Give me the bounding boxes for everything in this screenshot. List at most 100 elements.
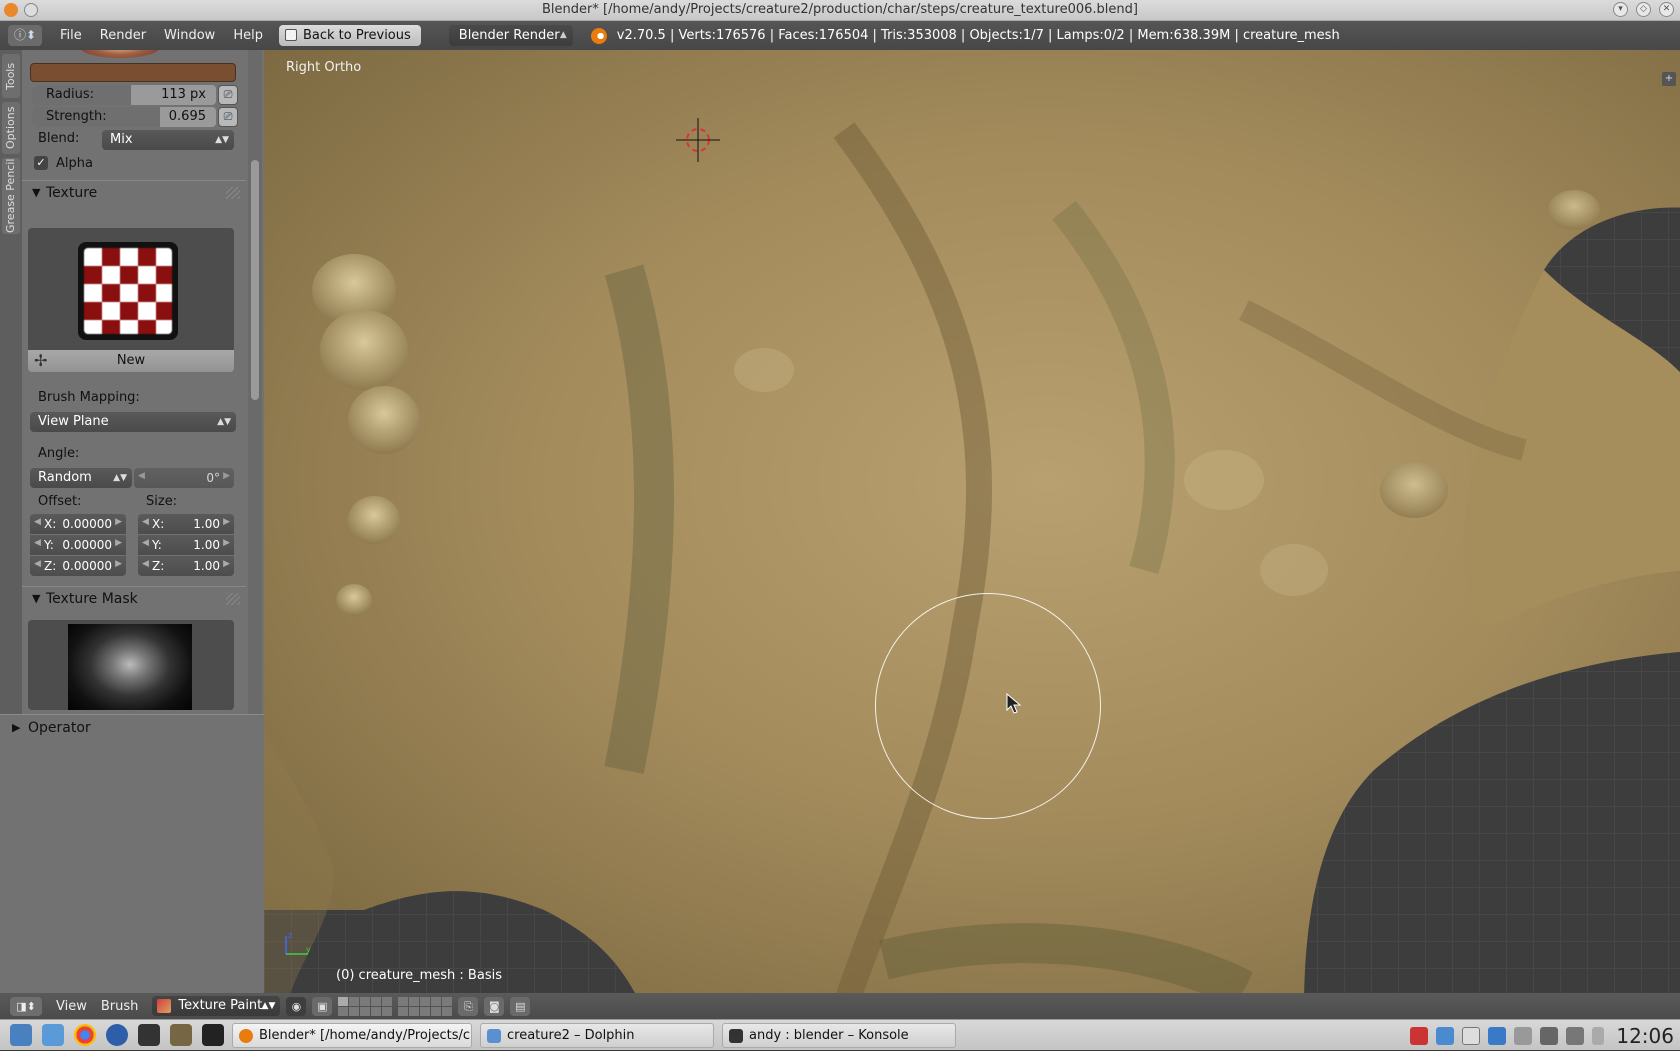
size-y-field[interactable]: ◀ Y: 1.00 ▶ bbox=[138, 535, 234, 555]
layer-buttons-2[interactable] bbox=[398, 996, 453, 1016]
tray-expand-icon[interactable] bbox=[1592, 1026, 1605, 1045]
back-to-previous-button[interactable]: Back to Previous bbox=[278, 25, 421, 46]
menu-help[interactable]: Help bbox=[233, 28, 263, 43]
blender-app-icon[interactable] bbox=[4, 3, 18, 17]
close-icon[interactable]: ✕ bbox=[1659, 2, 1674, 17]
offset-z-value: 0.00000 bbox=[62, 559, 112, 573]
operator-panel-title: Operator bbox=[28, 720, 91, 736]
render-image-icon[interactable]: ◙ bbox=[484, 996, 505, 1016]
drag-grip-icon[interactable] bbox=[226, 593, 240, 605]
angle-label: Angle: bbox=[38, 446, 80, 461]
clipboard-tray-icon[interactable] bbox=[1436, 1026, 1455, 1045]
color-wheel[interactable] bbox=[80, 50, 160, 58]
angle-field[interactable]: ◀ 0° ▶ bbox=[134, 468, 234, 488]
window-menu-icon[interactable] bbox=[24, 3, 38, 17]
strength-pressure-icon[interactable]: ⎚ bbox=[218, 107, 238, 127]
task-konsole[interactable]: andy : blender – Konsole bbox=[722, 1022, 956, 1048]
interaction-mode-dropdown[interactable]: Texture Paint ▲▼ bbox=[152, 996, 281, 1016]
increment-arrow-icon[interactable]: ▶ bbox=[223, 471, 230, 481]
screenshot-tray-icon[interactable] bbox=[1410, 1026, 1429, 1045]
angle-mode-value: Random bbox=[38, 470, 92, 485]
tab-tools[interactable]: Tools bbox=[2, 54, 20, 98]
tool-shelf-tabs: Tools Options Grease Pencil bbox=[0, 50, 22, 714]
size-x-value: 1.00 bbox=[193, 517, 220, 531]
texture-panel-header[interactable]: ▼ Texture bbox=[22, 180, 246, 204]
tool-shelf-scrollbar[interactable] bbox=[248, 50, 262, 714]
shield-tray-icon[interactable] bbox=[1488, 1026, 1507, 1045]
inkscape-icon[interactable] bbox=[138, 1024, 160, 1046]
offset-x-field[interactable]: ◀ X: 0.00000 ▶ bbox=[30, 514, 126, 534]
bluetooth-tray-icon[interactable] bbox=[1514, 1026, 1533, 1045]
layer-buttons[interactable] bbox=[338, 996, 393, 1016]
decrement-arrow-icon[interactable]: ◀ bbox=[138, 471, 145, 481]
menu-file[interactable]: File bbox=[60, 28, 82, 43]
radius-slider[interactable]: Radius: 113 px bbox=[32, 85, 216, 105]
info-editor-type-icon[interactable]: ⓘ⬍ bbox=[8, 25, 42, 46]
viewport-shading-icon[interactable]: ◉ bbox=[286, 996, 307, 1016]
offset-y-value: 0.00000 bbox=[62, 538, 112, 552]
operator-panel-header[interactable]: ▶ Operator bbox=[0, 714, 264, 740]
system-tray: 12:06 bbox=[1402, 1020, 1680, 1051]
creature-mesh bbox=[264, 50, 1680, 993]
checker-texture-thumbnail bbox=[78, 242, 178, 340]
alpha-checkbox[interactable]: ✓ bbox=[34, 156, 48, 170]
strength-slider[interactable]: Strength: 0.695 bbox=[32, 107, 216, 127]
tab-options[interactable]: Options bbox=[2, 102, 20, 154]
menu-view[interactable]: View bbox=[56, 999, 87, 1014]
maximize-icon[interactable]: ◇ bbox=[1636, 2, 1651, 17]
disk-tray-icon[interactable] bbox=[1462, 1026, 1481, 1045]
strength-label: Strength: bbox=[46, 109, 107, 124]
size-x-field[interactable]: ◀ X: 1.00 ▶ bbox=[138, 514, 234, 534]
blend-dropdown[interactable]: Mix ▲▼ bbox=[102, 130, 234, 150]
konsole-task-icon bbox=[729, 1028, 743, 1043]
task-blender[interactable]: Blender* [/home/andy/Projects/cre bbox=[232, 1022, 472, 1048]
menu-window[interactable]: Window bbox=[164, 28, 215, 43]
angle-mode-dropdown[interactable]: Random ▲▼ bbox=[30, 468, 132, 488]
size-z-field[interactable]: ◀ Z: 1.00 ▶ bbox=[138, 556, 234, 576]
3d-view-header: ◨⬍ View Brush Texture Paint ▲▼ ◉ ▣ ⎘ ◙ ▤ bbox=[0, 993, 1680, 1019]
scene-stats: v2.70.5 | Verts:176576 | Faces:176504 | … bbox=[616, 28, 1340, 43]
brush-mapping-dropdown[interactable]: View Plane ▲▼ bbox=[30, 412, 236, 432]
3d-editor-type-icon[interactable]: ◨⬍ bbox=[10, 996, 42, 1016]
texture-mask-panel-header[interactable]: ▼ Texture Mask bbox=[22, 586, 246, 610]
offset-z-field[interactable]: ◀ Z: 0.00000 ▶ bbox=[30, 556, 126, 576]
info-header: ⓘ⬍ File Render Window Help Back to Previ… bbox=[0, 21, 1680, 50]
texture-mask-preview[interactable] bbox=[28, 620, 234, 710]
render-engine-dropdown[interactable]: Blender Render ▲ bbox=[448, 25, 573, 46]
new-texture-button[interactable]: ✢ New bbox=[28, 350, 234, 372]
properties-toggle-icon[interactable]: + bbox=[1662, 72, 1676, 86]
tab-grease-pencil[interactable]: Grease Pencil bbox=[2, 158, 20, 234]
blender-task-icon bbox=[239, 1028, 253, 1043]
terminal-icon[interactable] bbox=[202, 1024, 224, 1046]
radius-pressure-icon[interactable]: ⎚ bbox=[218, 85, 238, 105]
brush-color-swatch[interactable] bbox=[30, 63, 236, 82]
3d-viewport[interactable]: Right Ortho + z y (0) creature_mesh : Ba… bbox=[264, 50, 1680, 993]
home-folder-icon[interactable] bbox=[42, 1024, 64, 1046]
offset-y-field[interactable]: ◀ Y: 0.00000 ▶ bbox=[30, 535, 126, 555]
drag-grip-icon[interactable] bbox=[226, 187, 240, 199]
texture-mask-panel-title: Texture Mask bbox=[46, 591, 138, 607]
task-dolphin[interactable]: creature2 – Dolphin bbox=[480, 1022, 714, 1048]
chrome-icon[interactable] bbox=[74, 1024, 96, 1046]
face-mask-icon[interactable]: ▣ bbox=[312, 996, 333, 1016]
menu-render[interactable]: Render bbox=[100, 28, 146, 43]
thunderbird-icon[interactable] bbox=[106, 1024, 128, 1046]
minimize-icon[interactable]: ▾ bbox=[1613, 2, 1628, 17]
clock[interactable]: 12:06 bbox=[1616, 1024, 1674, 1048]
render-animation-icon[interactable]: ▤ bbox=[510, 996, 531, 1016]
wifi-tray-icon[interactable] bbox=[1566, 1026, 1585, 1045]
size-y-value: 1.00 bbox=[193, 538, 220, 552]
expanded-triangle-icon: ▼ bbox=[32, 592, 41, 605]
blender-logo-icon bbox=[590, 27, 607, 44]
menu-brush[interactable]: Brush bbox=[101, 999, 139, 1014]
gimp-icon[interactable] bbox=[170, 1024, 192, 1046]
volume-tray-icon[interactable] bbox=[1540, 1026, 1559, 1045]
active-object-info: (0) creature_mesh : Basis bbox=[336, 968, 502, 983]
brush-mapping-label: Brush Mapping: bbox=[38, 390, 140, 405]
texture-preview[interactable] bbox=[28, 228, 234, 350]
lock-camera-icon[interactable]: ⎘ bbox=[458, 996, 479, 1016]
app-launcher-icon[interactable] bbox=[10, 1024, 32, 1046]
window-titlebar: Blender* [/home/andy/Projects/creature2/… bbox=[0, 0, 1680, 21]
texture-panel-title: Texture bbox=[46, 185, 98, 201]
task-dolphin-label: creature2 – Dolphin bbox=[507, 1027, 635, 1043]
